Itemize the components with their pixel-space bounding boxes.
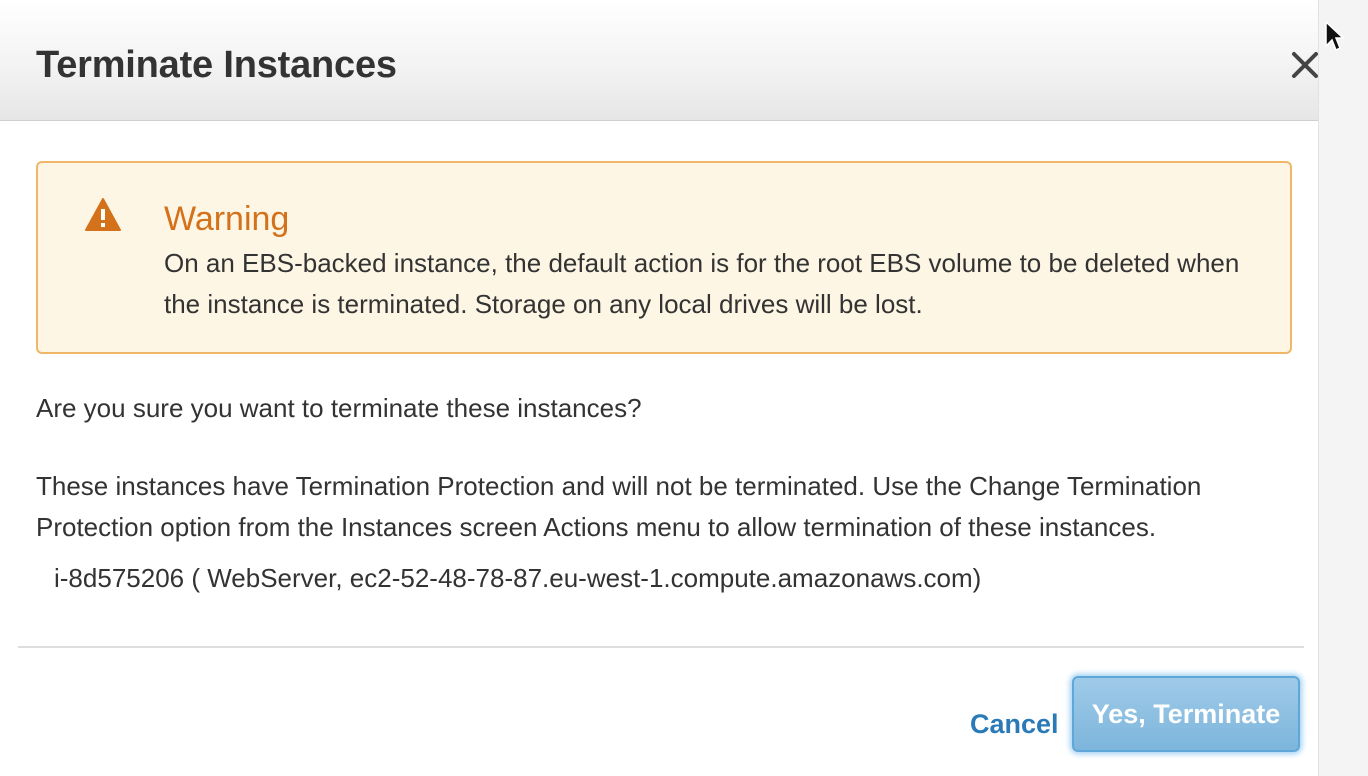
confirmation-question: Are you sure you want to terminate these… xyxy=(36,393,642,423)
footer-divider xyxy=(18,646,1304,648)
warning-message: On an EBS-backed instance, the default a… xyxy=(164,248,1240,319)
terminate-instances-dialog: Terminate Instances Warning On an EBS-ba… xyxy=(0,0,1368,776)
termination-protection-notice: These instances have Termination Protect… xyxy=(36,471,1202,542)
mouse-cursor-icon xyxy=(1324,20,1345,57)
dialog-title: Terminate Instances xyxy=(36,44,397,86)
yes-terminate-button[interactable]: Yes, Terminate xyxy=(1072,676,1300,752)
warning-triangle-icon xyxy=(84,197,122,238)
dialog-header: Terminate Instances xyxy=(0,0,1318,121)
cancel-button[interactable]: Cancel xyxy=(970,704,1059,744)
warning-title: Warning xyxy=(164,200,290,238)
window-edge xyxy=(1318,0,1368,776)
instance-list-item: i-8d575206 ( WebServer, ec2-52-48-78-87.… xyxy=(54,563,982,593)
warning-alert: Warning On an EBS-backed instance, the d… xyxy=(36,161,1292,354)
